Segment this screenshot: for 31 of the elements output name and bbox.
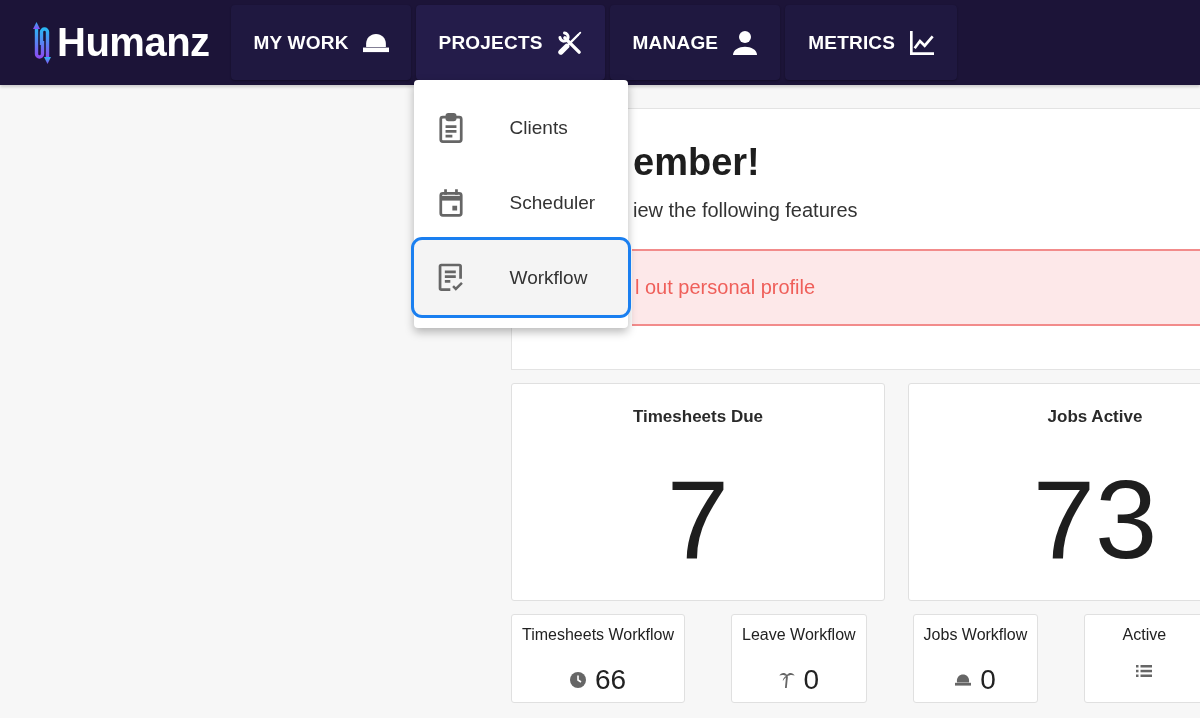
tools-icon bbox=[556, 30, 583, 55]
nav-button[interactable]: MY WORK bbox=[230, 5, 411, 80]
stat-value: 73 bbox=[1032, 460, 1158, 580]
workflow-title: Jobs Workflow bbox=[923, 625, 1028, 645]
clipboard-icon bbox=[437, 112, 464, 143]
calendar-icon bbox=[437, 187, 464, 218]
palm-tree-icon bbox=[778, 672, 795, 688]
welcome-subtitle: iew the following features bbox=[633, 198, 858, 222]
clock-icon bbox=[569, 672, 586, 688]
logo-icon bbox=[33, 19, 51, 66]
checklist-icon bbox=[437, 262, 464, 293]
workflow-count: 0 bbox=[803, 663, 820, 697]
workflow-count: 0 bbox=[980, 663, 996, 697]
brand-name: Humanz bbox=[57, 20, 210, 65]
nav-button[interactable]: MANAGE bbox=[609, 5, 781, 80]
nav-button[interactable]: METRICS bbox=[785, 5, 958, 80]
alert-banner: l out personal profile bbox=[632, 249, 1200, 326]
stat-title: Timesheets Due bbox=[632, 407, 764, 427]
line-chart-icon bbox=[909, 30, 936, 55]
stat-title: Jobs Active bbox=[1047, 407, 1143, 427]
workflow-title: Timesheets Workflow bbox=[522, 625, 675, 645]
hard-hat-icon bbox=[955, 672, 972, 688]
menu-item[interactable]: Workflow bbox=[413, 240, 628, 315]
list-icon bbox=[1136, 663, 1153, 679]
person-icon bbox=[732, 30, 759, 55]
stat-value: 7 bbox=[666, 460, 730, 580]
workflow-title: Active bbox=[1122, 625, 1167, 645]
welcome-heading: ember! bbox=[633, 140, 760, 184]
workflow-title: Leave Workflow bbox=[742, 625, 856, 645]
nav-button[interactable]: PROJECTS bbox=[415, 5, 605, 80]
workflow-count: 66 bbox=[594, 663, 627, 697]
